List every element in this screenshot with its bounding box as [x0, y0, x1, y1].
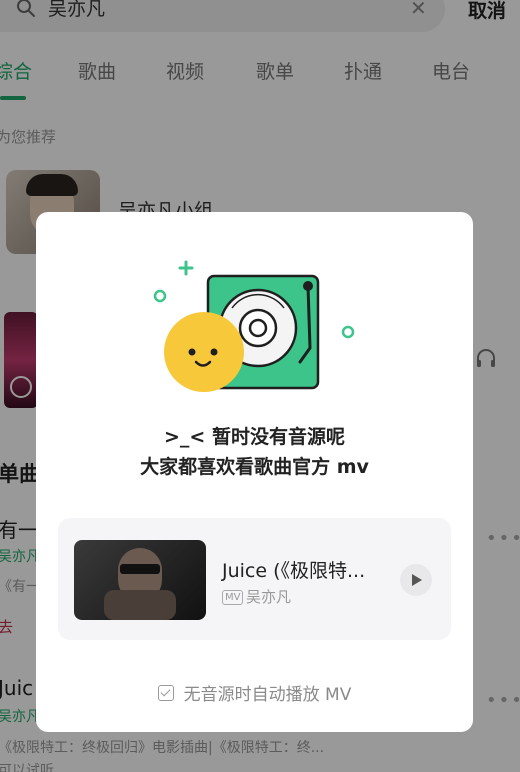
- mv-thumbnail[interactable]: [74, 540, 206, 620]
- auto-play-option[interactable]: 无音源时自动播放 MV: [36, 680, 473, 705]
- auto-play-label: 无音源时自动播放 MV: [183, 685, 352, 705]
- dialog-submessage: 大家都喜欢看歌曲官方 mv: [140, 456, 369, 478]
- mv-suggestion-card[interactable]: Juice (《极限特... MV 吴亦凡: [58, 518, 451, 640]
- mv-title[interactable]: Juice (《极限特...: [222, 556, 365, 583]
- turntable-illustration: [153, 260, 355, 392]
- no-source-dialog: >_< 暂时没有音源呢 大家都喜欢看歌曲官方 mv Juice (《极限特...…: [36, 212, 473, 732]
- mv-badge: MV: [222, 590, 244, 605]
- mv-artist: 吴亦凡: [246, 588, 292, 606]
- auto-play-checkbox[interactable]: [157, 684, 174, 701]
- play-button[interactable]: [400, 564, 432, 596]
- dialog-message: >_< 暂时没有音源呢: [164, 426, 345, 448]
